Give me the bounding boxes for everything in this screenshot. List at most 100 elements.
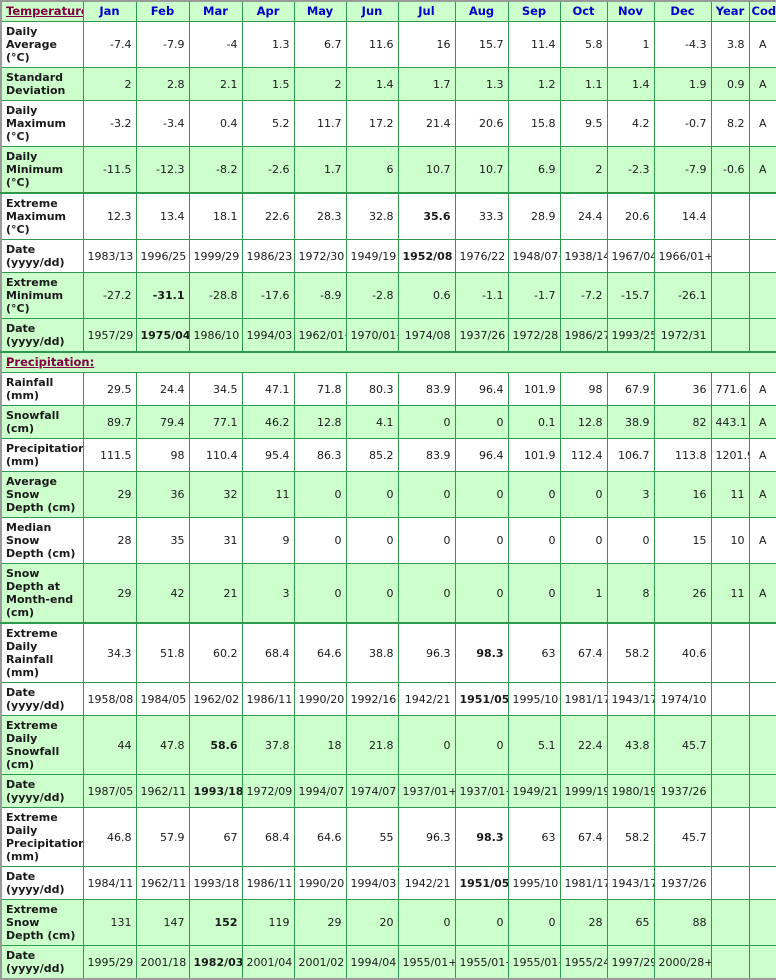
data-cell: 15.8	[507, 100, 561, 147]
data-cell: -7.9	[135, 21, 190, 68]
data-cell: 42	[135, 563, 190, 624]
table-row: Rainfall (mm) 29.5 24.4 34.5 47.1 71.8 80.3 83.…	[0, 372, 776, 406]
column-header-sep: Sep	[507, 0, 561, 22]
data-cell: 67.9	[606, 372, 655, 406]
data-cell: 21.4	[397, 100, 456, 147]
data-cell: 29.5	[82, 372, 137, 406]
data-cell: 1951/05	[454, 682, 509, 716]
data-cell: 21	[188, 563, 243, 624]
data-cell: 5.8	[559, 21, 608, 68]
data-cell: 18	[293, 715, 347, 775]
row-label: Snowfall (cm)	[0, 405, 84, 439]
data-cell: 22.6	[241, 192, 295, 240]
section-header-temperature: Temperature:	[0, 0, 84, 22]
data-cell: -1.1	[454, 272, 509, 319]
data-cell: 6	[345, 146, 399, 194]
data-cell: 1986/27	[559, 318, 608, 353]
data-cell	[710, 774, 750, 808]
data-cell: 98.3	[454, 622, 509, 683]
data-cell	[710, 945, 750, 980]
data-cell: 29	[82, 471, 137, 518]
data-cell: 1974/08	[397, 318, 456, 353]
data-cell: 0	[454, 405, 509, 439]
data-cell: 1986/23	[241, 239, 295, 273]
data-cell: 5.2	[241, 100, 295, 147]
data-cell: 1980/19	[606, 774, 655, 808]
data-cell: 1.2	[507, 67, 561, 101]
data-cell: 83.9	[397, 372, 456, 406]
data-cell: 1948/07+	[507, 239, 561, 273]
data-cell: 14.4	[653, 192, 712, 240]
data-cell: 110.4	[188, 438, 243, 472]
data-cell: 1958/08	[82, 682, 137, 716]
data-cell: 112.4	[559, 438, 608, 472]
table-row: Precipitation (mm) 111.5 98 110.4 95.4 86.3 85…	[0, 438, 776, 472]
data-cell: 8.2	[710, 100, 750, 147]
data-cell: -4	[188, 21, 243, 68]
data-cell: 96.3	[397, 807, 456, 867]
data-cell: 1938/14	[559, 239, 608, 273]
data-cell: 20.6	[606, 192, 655, 240]
data-cell: 1986/11	[241, 866, 295, 900]
data-cell: 0	[293, 517, 347, 564]
data-cell: 0	[606, 517, 655, 564]
data-cell	[710, 192, 750, 240]
table-row: Average Snow Depth (cm) 29 36 32 11 0 0 0 0 0 0 3 16…	[0, 471, 776, 518]
data-cell: 5.1	[507, 715, 561, 775]
data-cell: 58.2	[606, 622, 655, 683]
data-cell: 26	[653, 563, 712, 624]
data-cell-code: A	[748, 517, 776, 564]
data-cell-code: A	[748, 146, 776, 194]
data-cell: 22.4	[559, 715, 608, 775]
data-cell: 0	[293, 471, 347, 518]
table-body: Temperature:JanFebMarAprMayJunJulAugSepO…	[0, 0, 776, 980]
column-header-mar: Mar	[188, 0, 243, 22]
data-cell: 1982/03	[188, 945, 243, 980]
data-cell: 106.7	[606, 438, 655, 472]
table-row: Extreme Snow Depth (cm) 131 147 152 119 29 20 0…	[0, 899, 776, 946]
data-cell: 3	[606, 471, 655, 518]
column-header-year: Year	[710, 0, 750, 22]
data-cell: 88	[653, 899, 712, 946]
data-cell: 68.4	[241, 622, 295, 683]
data-cell: 89.7	[82, 405, 137, 439]
data-cell: 9.5	[559, 100, 608, 147]
row-label: Date (yyyy/dd)	[0, 682, 84, 716]
table-row: Daily Maximum (°C) -3.2 -3.4 0.4 5.2 11.7 17.2…	[0, 100, 776, 147]
table-row: Standard Deviation 2 2.8 2.1 1.5 2 1.4 1.7 1.3 1.…	[0, 67, 776, 101]
data-cell: 0	[454, 563, 509, 624]
data-cell: 11	[710, 563, 750, 624]
table-row: Extreme Minimum (°C) -27.2 -31.1 -28.8 -17.6…	[0, 272, 776, 319]
table-row: Snowfall (cm) 89.7 79.4 77.1 46.2 12.8 4.1 0 0 0.…	[0, 405, 776, 439]
data-cell: 34.3	[82, 622, 137, 683]
data-cell: 1972/31	[653, 318, 712, 353]
data-cell: 1.7	[293, 146, 347, 194]
data-cell: 1201.9	[710, 438, 750, 472]
data-cell: 131	[82, 899, 137, 946]
data-cell: 0	[454, 517, 509, 564]
data-cell: -2.6	[241, 146, 295, 194]
column-header-aug: Aug	[454, 0, 509, 22]
data-cell: 95.4	[241, 438, 295, 472]
data-cell: 98	[135, 438, 190, 472]
data-cell: -11.5	[82, 146, 137, 194]
column-header-jan: Jan	[82, 0, 137, 22]
data-cell: 16	[397, 21, 456, 68]
data-cell-code: A	[748, 100, 776, 147]
data-cell: 82	[653, 405, 712, 439]
data-cell: 1.5	[241, 67, 295, 101]
data-cell: 12.8	[293, 405, 347, 439]
data-cell	[710, 318, 750, 353]
data-cell: 17.2	[345, 100, 399, 147]
data-cell	[710, 622, 750, 683]
data-cell: 38.9	[606, 405, 655, 439]
data-cell: 24.4	[559, 192, 608, 240]
data-cell-code: A	[748, 372, 776, 406]
data-cell: 1997/29	[606, 945, 655, 980]
data-cell: 34.5	[188, 372, 243, 406]
data-cell: 1983/13	[82, 239, 137, 273]
data-cell: 11	[710, 471, 750, 518]
data-cell	[710, 807, 750, 867]
table-row: Extreme Daily Precipitation (mm) 46.8 57.9…	[0, 807, 776, 867]
table-row: Date (yyyy/dd) 1995/29 2001/18 1982/03 2001/…	[0, 945, 776, 980]
